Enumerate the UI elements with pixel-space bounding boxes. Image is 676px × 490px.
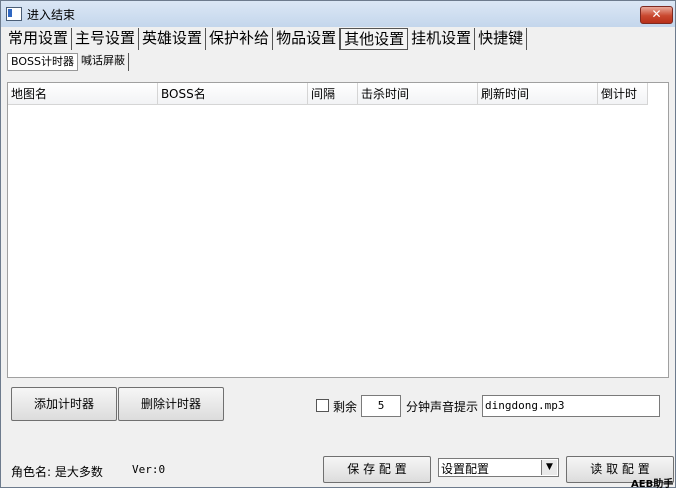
main-tabs: 常用设置 主号设置 英雄设置 保护补给 物品设置 其他设置 挂机设置 快捷键 [5, 28, 528, 50]
tab-other-settings[interactable]: 其他设置 [340, 28, 409, 50]
tab-item-settings[interactable]: 物品设置 [273, 28, 341, 50]
boss-timer-list[interactable]: 地图名 BOSS名 间隔 击杀时间 刷新时间 倒计时 [7, 82, 669, 378]
minutes-sound-label: 分钟声音提示 [406, 400, 479, 414]
minutes-input[interactable]: 5 [361, 395, 401, 417]
delete-timer-button[interactable]: 删除计时器 [118, 387, 224, 421]
tab-common-settings[interactable]: 常用设置 [5, 28, 73, 50]
column-header-map-name[interactable]: 地图名 [8, 83, 158, 105]
title-bar: 进入结束 ✕ [1, 1, 675, 27]
column-header-refresh-time[interactable]: 刷新时间 [478, 83, 598, 105]
subtab-chat-block[interactable]: 喊话屏蔽 [78, 53, 129, 71]
tab-hero-settings[interactable]: 英雄设置 [139, 28, 207, 50]
remain-label: 剩余 [333, 400, 358, 414]
tab-main-account-settings[interactable]: 主号设置 [72, 28, 140, 50]
chevron-down-icon[interactable]: ▼ [541, 460, 557, 475]
tab-hotkeys[interactable]: 快捷键 [475, 28, 528, 50]
config-select-value: 设置配置 [441, 462, 490, 476]
app-window-icon [6, 7, 22, 21]
list-header: 地图名 BOSS名 间隔 击杀时间 刷新时间 倒计时 [8, 83, 648, 105]
column-header-kill-time[interactable]: 击杀时间 [358, 83, 478, 105]
tab-idle-settings[interactable]: 挂机设置 [408, 28, 476, 50]
config-select[interactable]: 设置配置 ▼ [438, 458, 559, 477]
role-name-label: 角色名: 是大多数 [11, 465, 103, 479]
sound-file-input[interactable]: dingdong.mp3 [482, 395, 660, 417]
add-timer-button[interactable]: 添加计时器 [11, 387, 117, 421]
column-header-countdown[interactable]: 倒计时 [598, 83, 648, 105]
close-button[interactable]: ✕ [640, 6, 673, 24]
version-label: Ver:0 [132, 463, 166, 476]
sub-tabs: BOSS计时器 喊话屏蔽 [7, 53, 129, 71]
subtab-boss-timer[interactable]: BOSS计时器 [7, 53, 78, 71]
save-config-button[interactable]: 保 存 配 置 [323, 456, 431, 483]
main-window: 进入结束 ✕ 常用设置 主号设置 英雄设置 保护补给 物品设置 其他设置 挂机设… [0, 0, 676, 490]
column-header-boss-name[interactable]: BOSS名 [158, 83, 308, 105]
column-header-interval[interactable]: 间隔 [308, 83, 358, 105]
remain-checkbox[interactable] [316, 399, 329, 412]
window-title: 进入结束 [27, 8, 76, 22]
tab-protection-supply[interactable]: 保护补给 [206, 28, 274, 50]
